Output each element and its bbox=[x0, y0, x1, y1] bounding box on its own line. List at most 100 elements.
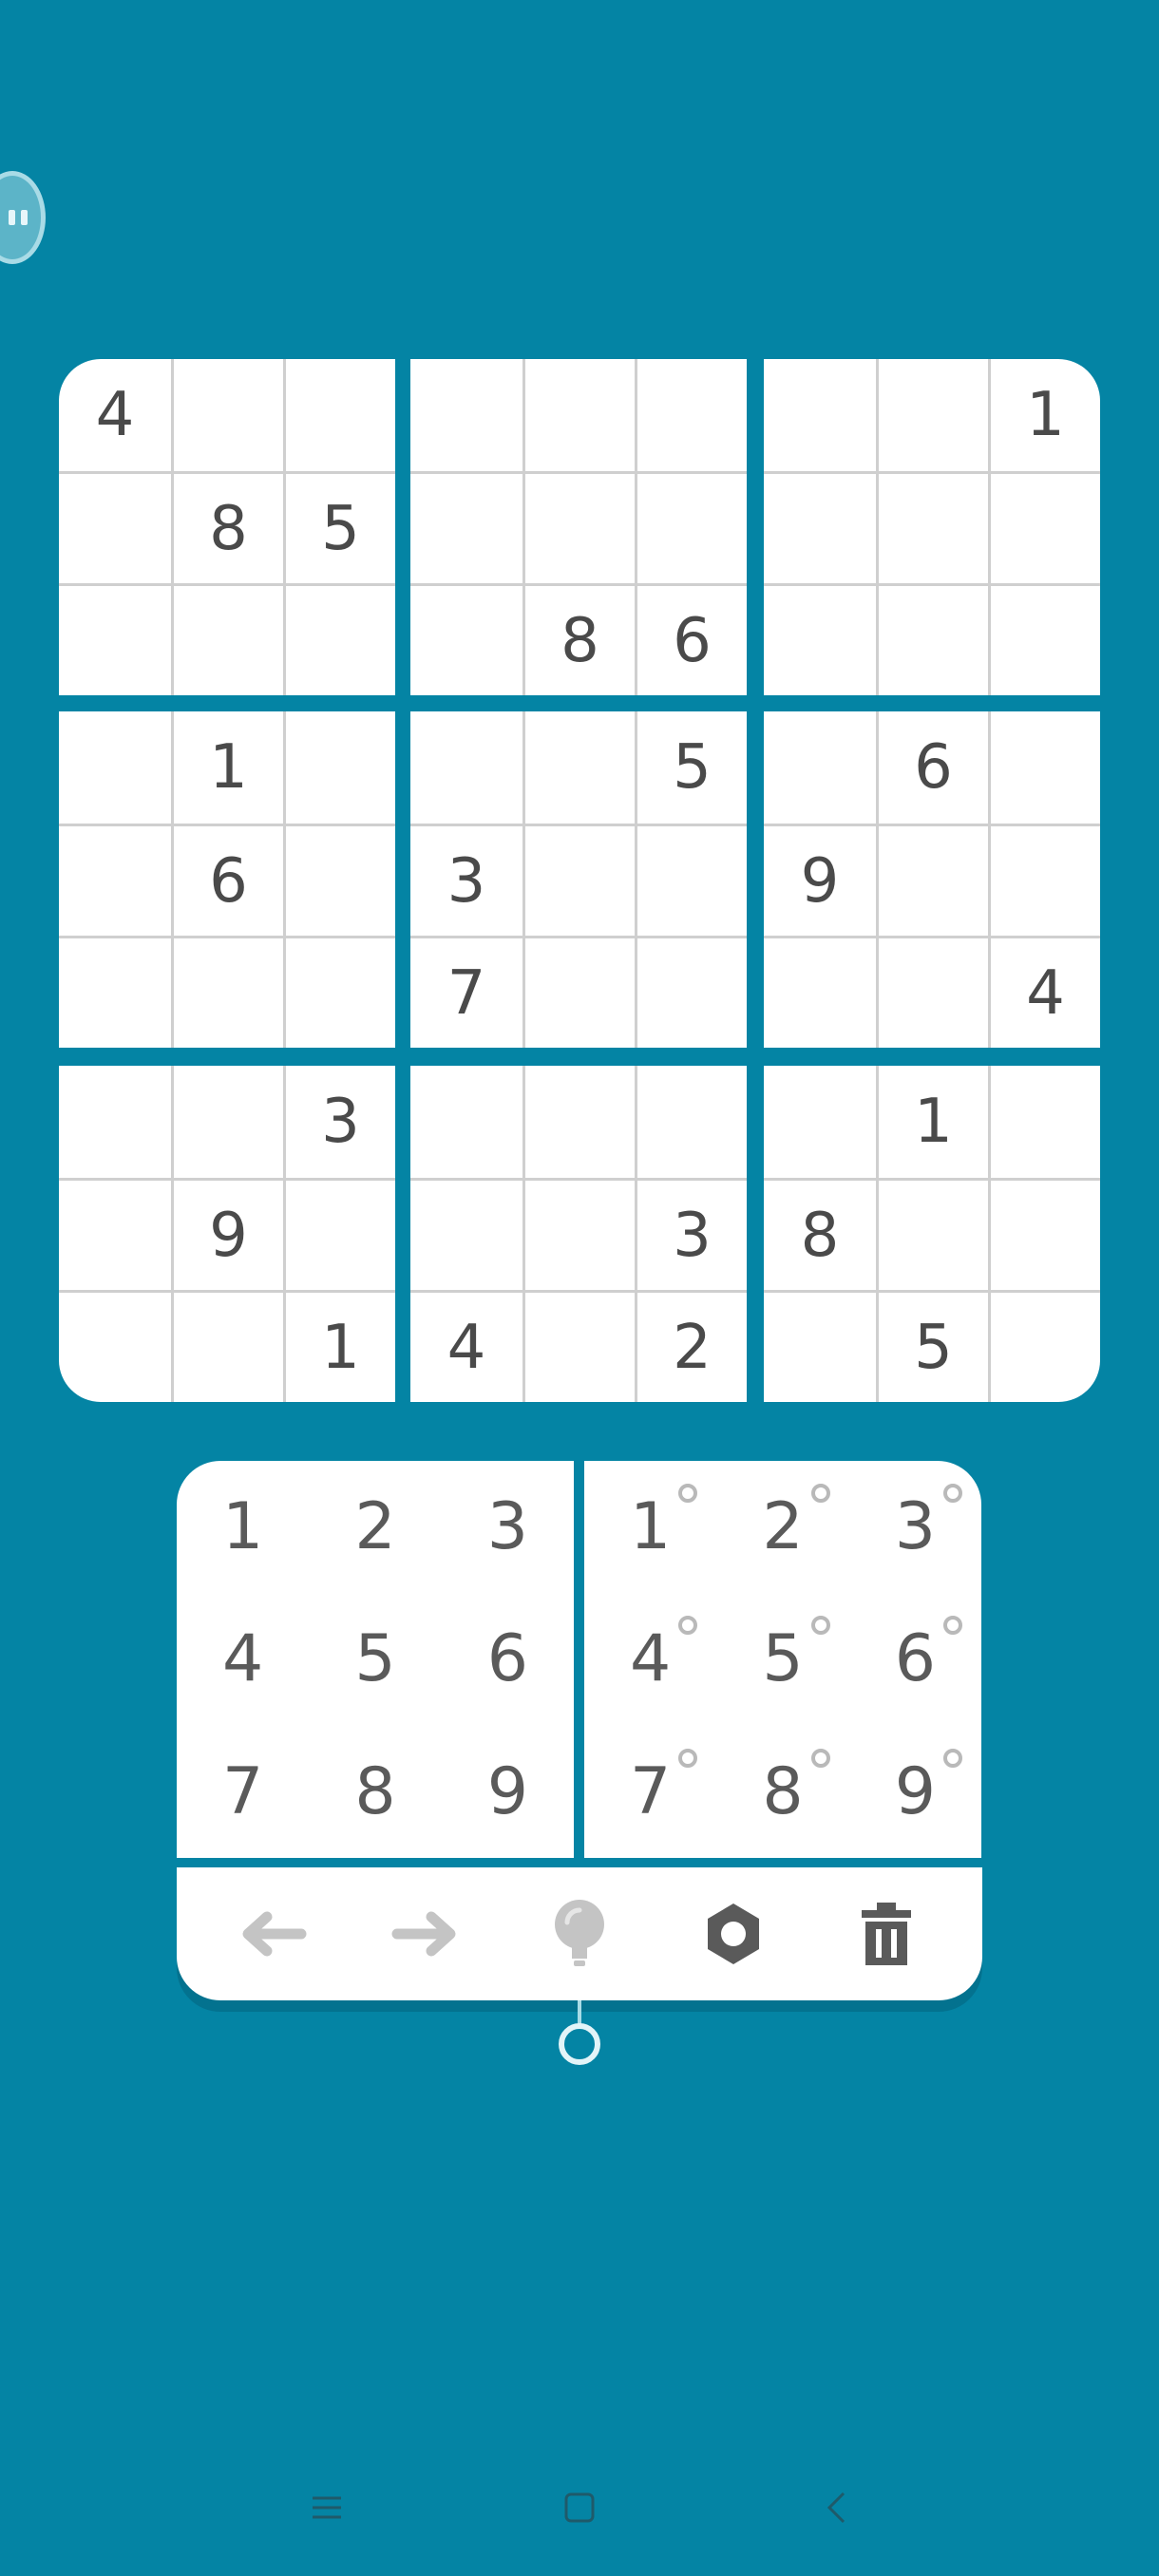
board-cell[interactable] bbox=[171, 1290, 283, 1402]
board-cell[interactable] bbox=[764, 1290, 876, 1402]
board-cell[interactable]: 9 bbox=[764, 824, 876, 936]
board-cell[interactable] bbox=[522, 471, 635, 583]
board-cell[interactable] bbox=[59, 583, 171, 695]
nav-home-button[interactable] bbox=[551, 2479, 608, 2536]
board-cell[interactable] bbox=[988, 824, 1100, 936]
number-key[interactable]: 1 bbox=[177, 1461, 309, 1593]
board-cell[interactable] bbox=[635, 824, 747, 936]
note-key[interactable]: 9 bbox=[849, 1726, 981, 1858]
board-cell[interactable] bbox=[59, 1178, 171, 1290]
board-cell[interactable] bbox=[635, 471, 747, 583]
board-cell[interactable] bbox=[988, 1178, 1100, 1290]
board-cell[interactable] bbox=[59, 936, 171, 1048]
board-cell[interactable] bbox=[522, 1290, 635, 1402]
board-cell[interactable] bbox=[171, 583, 283, 695]
note-key[interactable]: 7 bbox=[584, 1726, 716, 1858]
board-cell[interactable] bbox=[171, 1066, 283, 1178]
board-cell[interactable] bbox=[410, 1066, 522, 1178]
board-cell[interactable] bbox=[59, 471, 171, 583]
board-cell[interactable] bbox=[876, 583, 988, 695]
board-cell[interactable] bbox=[522, 936, 635, 1048]
number-key[interactable]: 9 bbox=[442, 1726, 574, 1858]
board-cell[interactable]: 4 bbox=[988, 936, 1100, 1048]
pause-button[interactable] bbox=[0, 171, 46, 264]
board-cell[interactable] bbox=[522, 1066, 635, 1178]
board-cell[interactable] bbox=[876, 936, 988, 1048]
board-cell[interactable]: 1 bbox=[283, 1290, 395, 1402]
board-cell[interactable]: 8 bbox=[522, 583, 635, 695]
board-cell[interactable]: 3 bbox=[283, 1066, 395, 1178]
board-cell[interactable] bbox=[59, 711, 171, 824]
delete-button[interactable] bbox=[839, 1886, 934, 1981]
board-cell[interactable]: 8 bbox=[764, 1178, 876, 1290]
board-cell[interactable] bbox=[876, 824, 988, 936]
number-key[interactable]: 5 bbox=[309, 1593, 441, 1725]
board-cell[interactable] bbox=[410, 1178, 522, 1290]
board-cell[interactable] bbox=[988, 1066, 1100, 1178]
note-key[interactable]: 2 bbox=[716, 1461, 848, 1593]
board-cell[interactable] bbox=[171, 359, 283, 471]
board-cell[interactable] bbox=[522, 824, 635, 936]
board-cell[interactable] bbox=[988, 1290, 1100, 1402]
nav-back-button[interactable] bbox=[808, 2479, 864, 2536]
board-cell[interactable]: 1 bbox=[171, 711, 283, 824]
number-key[interactable]: 8 bbox=[309, 1726, 441, 1858]
number-key[interactable]: 2 bbox=[309, 1461, 441, 1593]
board-cell[interactable] bbox=[876, 359, 988, 471]
board-cell[interactable] bbox=[764, 583, 876, 695]
drag-handle[interactable] bbox=[559, 2023, 600, 2065]
board-cell[interactable] bbox=[764, 711, 876, 824]
redo-button[interactable] bbox=[378, 1886, 473, 1981]
board-cell[interactable] bbox=[764, 936, 876, 1048]
board-cell[interactable]: 2 bbox=[635, 1290, 747, 1402]
board-cell[interactable] bbox=[283, 583, 395, 695]
number-key[interactable]: 7 bbox=[177, 1726, 309, 1858]
board-cell[interactable] bbox=[764, 1066, 876, 1178]
board-cell[interactable] bbox=[410, 711, 522, 824]
number-key[interactable]: 3 bbox=[442, 1461, 574, 1593]
board-cell[interactable] bbox=[283, 824, 395, 936]
board-cell[interactable] bbox=[283, 936, 395, 1048]
undo-button[interactable] bbox=[225, 1886, 320, 1981]
board-cell[interactable] bbox=[59, 1066, 171, 1178]
note-key[interactable]: 4 bbox=[584, 1593, 716, 1725]
nav-menu-button[interactable] bbox=[298, 2479, 355, 2536]
note-key[interactable]: 1 bbox=[584, 1461, 716, 1593]
board-cell[interactable]: 3 bbox=[635, 1178, 747, 1290]
board-cell[interactable] bbox=[522, 711, 635, 824]
board-cell[interactable] bbox=[876, 471, 988, 583]
note-key[interactable]: 3 bbox=[849, 1461, 981, 1593]
board-cell[interactable] bbox=[764, 471, 876, 583]
board-cell[interactable] bbox=[283, 711, 395, 824]
board-cell[interactable]: 5 bbox=[635, 711, 747, 824]
board-cell[interactable] bbox=[59, 1290, 171, 1402]
board-cell[interactable] bbox=[764, 359, 876, 471]
board-cell[interactable] bbox=[410, 471, 522, 583]
board-cell[interactable]: 6 bbox=[876, 711, 988, 824]
hint-button[interactable] bbox=[532, 1886, 627, 1981]
settings-button[interactable] bbox=[686, 1886, 781, 1981]
board-cell[interactable]: 4 bbox=[410, 1290, 522, 1402]
note-key[interactable]: 5 bbox=[716, 1593, 848, 1725]
note-key[interactable]: 6 bbox=[849, 1593, 981, 1725]
board-cell[interactable] bbox=[635, 359, 747, 471]
board-cell[interactable] bbox=[171, 936, 283, 1048]
board-cell[interactable]: 3 bbox=[410, 824, 522, 936]
board-cell[interactable] bbox=[635, 936, 747, 1048]
board-cell[interactable] bbox=[988, 471, 1100, 583]
board-cell[interactable] bbox=[59, 824, 171, 936]
board-cell[interactable] bbox=[876, 1178, 988, 1290]
board-cell[interactable] bbox=[522, 1178, 635, 1290]
board-cell[interactable]: 5 bbox=[876, 1290, 988, 1402]
board-cell[interactable] bbox=[283, 359, 395, 471]
board-cell[interactable] bbox=[988, 583, 1100, 695]
board-cell[interactable] bbox=[283, 1178, 395, 1290]
board-cell[interactable] bbox=[988, 711, 1100, 824]
board-cell[interactable]: 1 bbox=[988, 359, 1100, 471]
board-cell[interactable]: 5 bbox=[283, 471, 395, 583]
board-cell[interactable]: 9 bbox=[171, 1178, 283, 1290]
board-cell[interactable] bbox=[410, 359, 522, 471]
board-cell[interactable]: 6 bbox=[635, 583, 747, 695]
note-key[interactable]: 8 bbox=[716, 1726, 848, 1858]
board-cell[interactable]: 8 bbox=[171, 471, 283, 583]
